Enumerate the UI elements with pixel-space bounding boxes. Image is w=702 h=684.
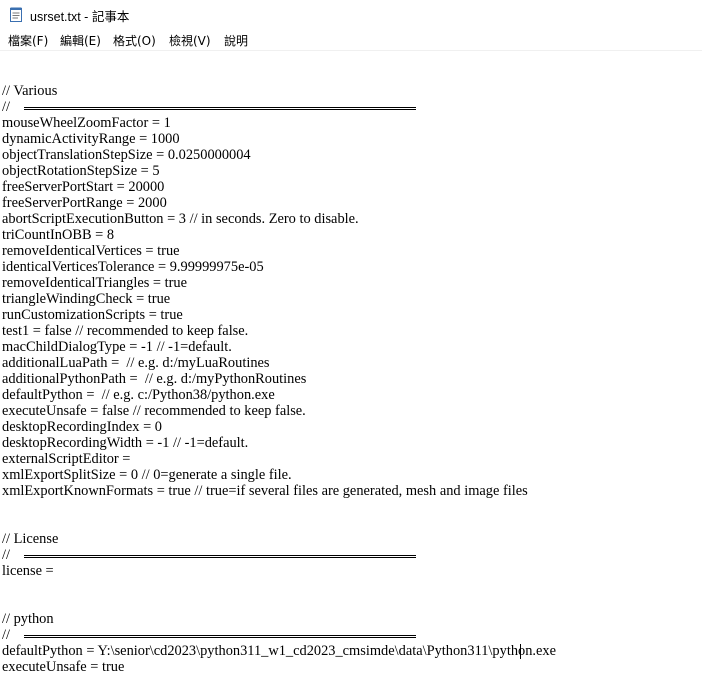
separator-rule bbox=[24, 555, 416, 558]
text-line: freeServerPortRange = 2000 bbox=[2, 195, 167, 211]
menu-edit[interactable]: 編輯(E) bbox=[60, 31, 101, 50]
text-line: mouseWheelZoomFactor = 1 bbox=[2, 115, 171, 131]
separator-rule bbox=[24, 635, 416, 638]
text-cursor bbox=[520, 644, 521, 659]
text-line: abortScriptExecutionButton = 3 // in sec… bbox=[2, 211, 359, 227]
text-line: // bbox=[2, 547, 14, 563]
text-line: macChildDialogType = -1 // -1=default. bbox=[2, 339, 232, 355]
text-line: executeUnsafe = false // recommended to … bbox=[2, 403, 306, 419]
text-line: // Various bbox=[2, 83, 58, 99]
text-line: // License bbox=[2, 531, 59, 547]
text-line: desktopRecordingWidth = -1 // -1=default… bbox=[2, 435, 249, 451]
menu-bar: 檔案(F) 編輯(E) 格式(O) 檢視(V) 說明 bbox=[0, 29, 702, 51]
text-line: executeUnsafe = true bbox=[2, 659, 125, 675]
separator-rule bbox=[24, 107, 416, 110]
text-line: objectRotationStepSize = 5 bbox=[2, 163, 160, 179]
text-line: license = bbox=[2, 563, 54, 579]
text-line: // bbox=[2, 627, 14, 643]
text-line: xmlExportKnownFormats = true // true=if … bbox=[2, 483, 528, 499]
text-line: // bbox=[2, 99, 14, 115]
text-line: objectTranslationStepSize = 0.0250000004 bbox=[2, 147, 251, 163]
text-line: externalScriptEditor = bbox=[2, 451, 131, 467]
text-line: dynamicActivityRange = 1000 bbox=[2, 131, 180, 147]
text-line: desktopRecordingIndex = 0 bbox=[2, 419, 162, 435]
text-editor[interactable]: // Various // mouseWheelZoomFactor = 1 d… bbox=[0, 51, 702, 684]
text-line: runCustomizationScripts = true bbox=[2, 307, 183, 323]
text-line: removeIdenticalTriangles = true bbox=[2, 275, 188, 291]
text-line: // python bbox=[2, 611, 54, 627]
menu-format[interactable]: 格式(O) bbox=[113, 31, 156, 50]
menu-file[interactable]: 檔案(F) bbox=[8, 31, 48, 50]
text-line: identicalVerticesTolerance = 9.99999975e… bbox=[2, 259, 264, 275]
text-line: removeIdenticalVertices = true bbox=[2, 243, 180, 259]
text-line: test1 = false // recommended to keep fal… bbox=[2, 323, 249, 339]
text-line: triangleWindingCheck = true bbox=[2, 291, 171, 307]
text-line: defaultPython = // e.g. c:/Python38/pyth… bbox=[2, 387, 275, 403]
menu-view[interactable]: 檢視(V) bbox=[169, 31, 211, 50]
title-bar[interactable]: usrset.txt - 記事本 bbox=[0, 0, 702, 29]
text-line: freeServerPortStart = 20000 bbox=[2, 179, 165, 195]
text-line: additionalLuaPath = // e.g. d:/myLuaRout… bbox=[2, 355, 270, 371]
menu-help[interactable]: 說明 bbox=[224, 31, 248, 50]
notepad-window: usrset.txt - 記事本 檔案(F) 編輯(E) 格式(O) 檢視(V)… bbox=[0, 0, 702, 684]
window-title: usrset.txt - 記事本 bbox=[30, 10, 130, 24]
text-line: defaultPython = Y:\senior\cd2023\python3… bbox=[2, 643, 556, 659]
text-line: xmlExportSplitSize = 0 // 0=generate a s… bbox=[2, 467, 292, 483]
notepad-icon bbox=[10, 7, 22, 22]
text-line: additionalPythonPath = // e.g. d:/myPyth… bbox=[2, 371, 307, 387]
text-line: triCountInOBB = 8 bbox=[2, 227, 115, 243]
